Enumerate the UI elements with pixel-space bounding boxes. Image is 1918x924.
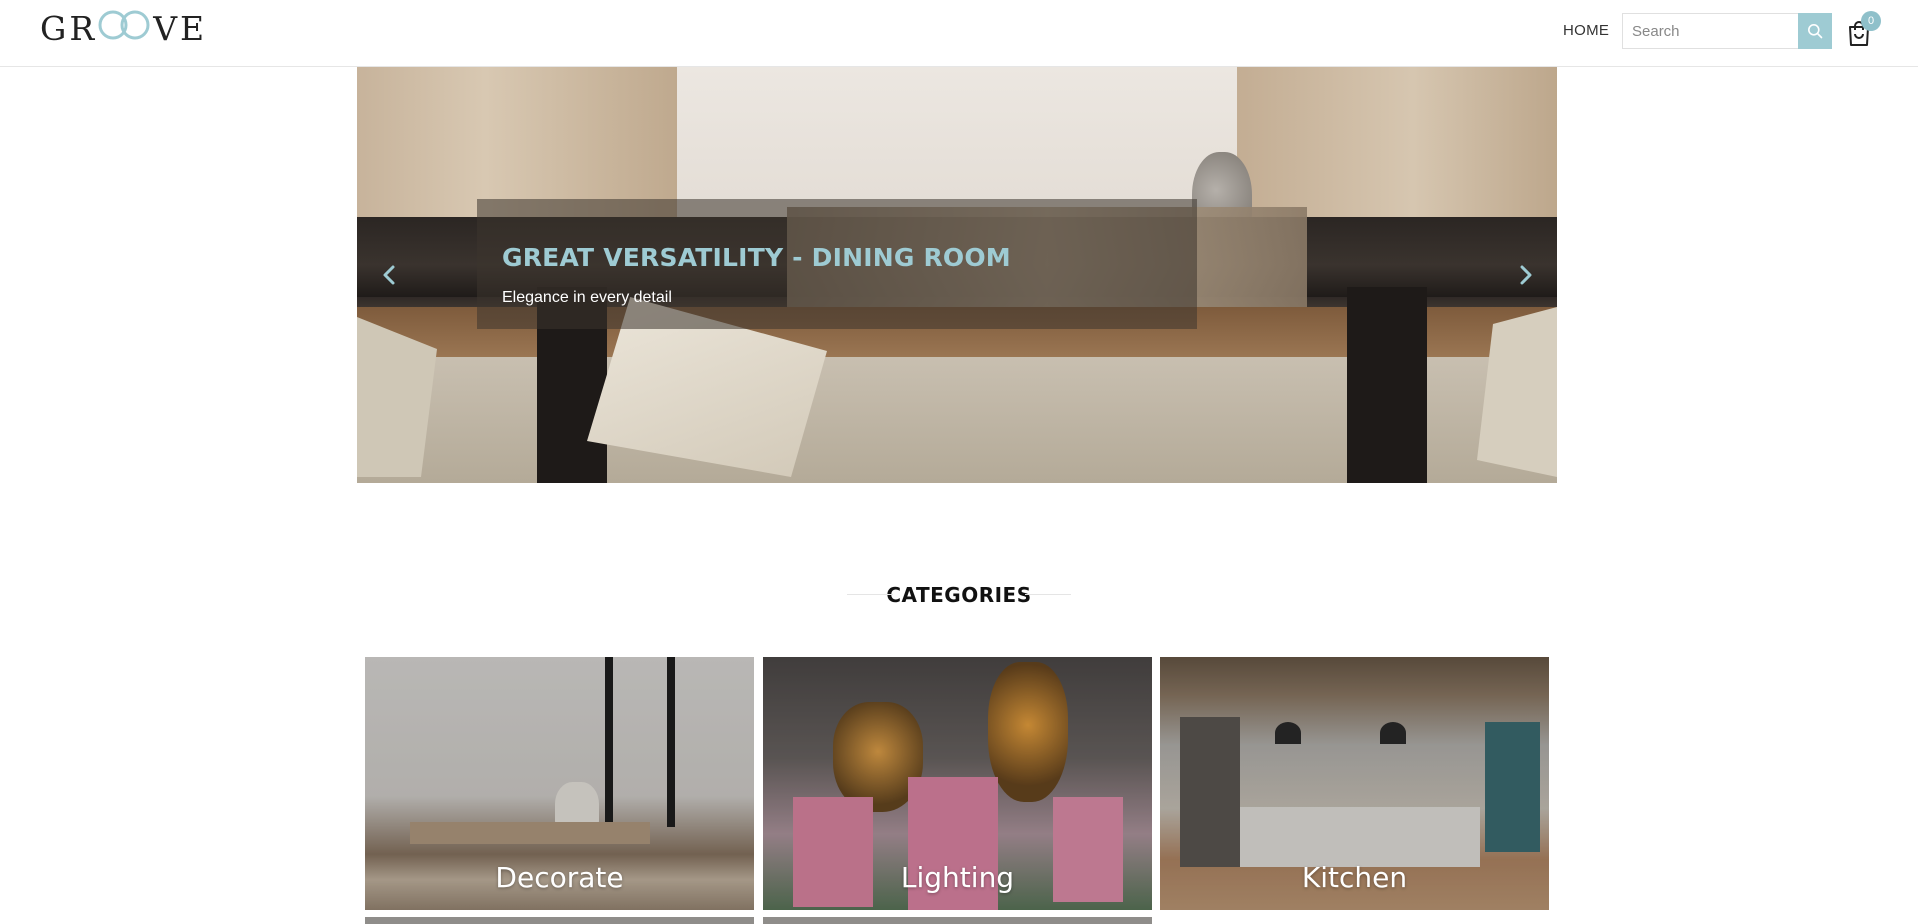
category-label: Kitchen: [1301, 861, 1408, 894]
hero-subtitle: Elegance in every detail: [502, 289, 672, 306]
category-card-lighting[interactable]: Lighting: [763, 657, 1152, 910]
nav-home-link[interactable]: HOME: [1563, 22, 1609, 39]
category-label: Lighting: [900, 861, 1015, 894]
category-card-kitchen[interactable]: Kitchen: [1160, 657, 1549, 910]
search-button[interactable]: [1798, 13, 1832, 49]
carousel-prev-button[interactable]: [374, 257, 404, 293]
category-card-next-row: [365, 917, 754, 924]
logo-rings: [98, 10, 152, 40]
hero-carousel: GREAT VERSATILITY - DINING ROOM Elegance…: [357, 67, 1557, 483]
cart-button[interactable]: 0: [1846, 11, 1881, 46]
heading-divider: [1025, 594, 1071, 595]
cart-count-badge: 0: [1861, 11, 1881, 31]
carousel-next-button[interactable]: [1511, 257, 1541, 293]
chevron-left-icon: [383, 265, 395, 285]
search-icon: [1808, 24, 1823, 39]
logo-wordmark: GR VE: [40, 8, 208, 48]
categories-heading-block: CATEGORIES: [847, 582, 1071, 608]
chevron-right-icon: [1520, 265, 1532, 285]
hero-image-table-leg: [1347, 287, 1427, 483]
search-input[interactable]: [1622, 13, 1798, 49]
hero-title: GREAT VERSATILITY - DINING ROOM: [502, 243, 1011, 272]
category-card-decorate[interactable]: Decorate: [365, 657, 754, 910]
categories-heading: CATEGORIES: [886, 583, 1032, 607]
site-header: GRVE HOME 0: [0, 0, 1918, 67]
category-label: Decorate: [495, 861, 624, 894]
site-logo[interactable]: GR VE: [40, 8, 208, 48]
heading-divider: [847, 594, 893, 595]
category-card-next-row: [763, 917, 1152, 924]
search-form: [1622, 13, 1832, 49]
